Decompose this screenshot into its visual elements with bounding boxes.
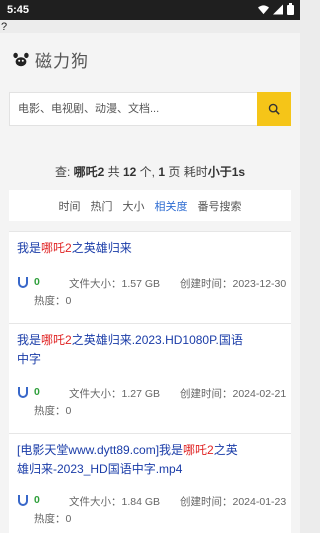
- heat-value: 热度：0: [34, 405, 72, 417]
- result-card[interactable]: [电影天堂www.dytt89.com]我是哪吒2之英雄归来-2023_HD国语…: [9, 433, 291, 533]
- summary-text-2: 共: [104, 165, 123, 179]
- sort-size[interactable]: 大小: [123, 198, 145, 214]
- search-bar: [9, 92, 291, 126]
- magnet-icon[interactable]: [18, 386, 28, 398]
- result-title[interactable]: 我是哪吒2之英雄归来.2023.HD1080P.国语中字: [17, 331, 249, 369]
- file-size: 文件大小：1.57 GB: [69, 278, 161, 290]
- magnet-count: 0: [34, 494, 40, 506]
- sort-bar: 时间 热门 大小 相关度 番号搜索: [9, 190, 291, 221]
- wifi-icon: [258, 4, 269, 14]
- title-keyword: 哪吒2: [41, 333, 72, 347]
- magnet-icon[interactable]: [18, 494, 28, 506]
- magnet-count: 0: [34, 386, 40, 398]
- search-input[interactable]: [10, 93, 258, 125]
- created-date: 创建时间：2023-12-30: [180, 278, 287, 290]
- sort-code-search[interactable]: 番号搜索: [198, 198, 242, 214]
- heat-value: 热度：0: [34, 295, 72, 307]
- sort-popular[interactable]: 热门: [91, 198, 113, 214]
- stray-question-mark: ?: [1, 21, 8, 33]
- sort-time[interactable]: 时间: [59, 198, 81, 214]
- summary-time: 小于1s: [207, 165, 246, 179]
- sort-relevance[interactable]: 相关度: [155, 198, 188, 214]
- created-date: 创建时间：2024-01-23: [180, 496, 287, 508]
- created-date: 创建时间：2024-02-21: [180, 388, 287, 400]
- title-keyword: 哪吒2: [183, 443, 214, 457]
- magnet-icon[interactable]: [18, 276, 28, 288]
- main-panel: 磁力狗 查: 哪吒2 共 12 个, 1 页 耗时小于1s 时间 热门 大小 相…: [0, 33, 300, 533]
- summary-count: 12: [122, 165, 137, 179]
- search-button[interactable]: [257, 92, 291, 126]
- result-card[interactable]: 我是哪吒2之英雄归来.2023.HD1080P.国语中字 0 文件大小：1.27…: [9, 323, 291, 433]
- app-header: 磁力狗: [12, 47, 89, 71]
- summary-keyword: 哪吒2: [73, 165, 105, 179]
- title-text: 我是: [17, 241, 42, 255]
- search-icon: [268, 103, 280, 115]
- status-bar: 5:45: [0, 0, 300, 20]
- summary-text-3: 个,: [136, 165, 159, 179]
- dog-paw-logo-icon: [13, 52, 29, 67]
- heat-value: 热度：0: [34, 513, 72, 525]
- status-time: 5:45: [7, 4, 30, 16]
- title-keyword: 哪吒2: [41, 241, 72, 255]
- title-text: 之英雄归来: [71, 241, 132, 255]
- summary-text-4: 页 耗时: [165, 165, 208, 179]
- file-size: 文件大小：1.84 GB: [69, 496, 161, 508]
- title-text: 我是: [17, 333, 42, 347]
- title-text: [电影天堂www.dytt89.com]我是: [17, 443, 184, 457]
- summary-prefix: 查:: [54, 165, 74, 179]
- result-title[interactable]: [电影天堂www.dytt89.com]我是哪吒2之英雄归来-2023_HD国语…: [17, 441, 249, 479]
- signal-icon: [273, 4, 283, 14]
- status-icons: [258, 3, 294, 15]
- file-size: 文件大小：1.27 GB: [69, 388, 161, 400]
- result-title[interactable]: 我是哪吒2之英雄归来: [17, 239, 249, 258]
- battery-icon: [287, 3, 294, 15]
- search-summary: 查: 哪吒2 共 12 个, 1 页 耗时小于1s: [0, 163, 300, 180]
- magnet-count: 0: [34, 276, 40, 288]
- app-title: 磁力狗: [35, 51, 89, 71]
